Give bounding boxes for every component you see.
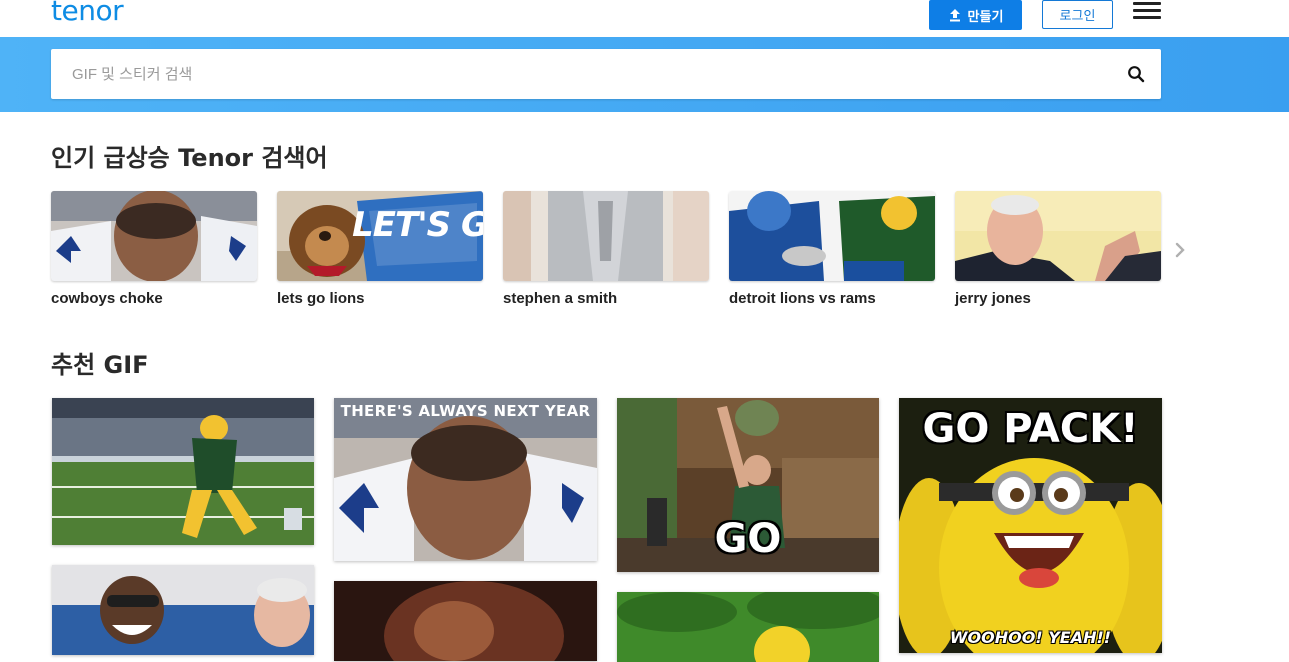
trending-thumbnail[interactable] <box>729 191 935 281</box>
trending-item-label: jerry jones <box>955 290 1031 307</box>
gif-caption: WOOHOO! YEAH!! <box>949 628 1112 647</box>
gif-image <box>52 565 314 655</box>
gif-card-go-pack-minion[interactable]: GO PACK! WOOHOO! YEAH!! <box>899 398 1162 653</box>
hamburger-menu-icon[interactable] <box>1133 2 1161 22</box>
gif-image <box>334 398 597 561</box>
gif-card-next-year[interactable]: THERE'S ALWAYS NEXT YEAR <box>334 398 597 561</box>
search-icon[interactable] <box>1127 65 1145 83</box>
gif-image <box>52 398 314 545</box>
lets-go-sign-text: LET'S G <box>352 205 483 245</box>
trending-item-label: lets go lions <box>277 290 365 307</box>
gif-image <box>617 592 879 662</box>
search-band <box>0 37 1289 112</box>
create-button[interactable]: 만들기 <box>929 0 1022 30</box>
recommended-section-title: 추천 GIF <box>51 351 149 379</box>
trending-thumbnail[interactable]: LET'S G <box>277 191 483 281</box>
trending-item-label: detroit lions vs rams <box>729 290 876 307</box>
trending-item-label: stephen a smith <box>503 290 618 307</box>
trending-item-detroit-lions-vs-rams[interactable]: detroit lions vs rams <box>729 191 935 307</box>
tenor-logo[interactable]: tenor <box>51 0 124 27</box>
gif-caption: GO <box>714 516 782 562</box>
login-button[interactable]: 로그인 <box>1042 0 1113 29</box>
trending-item-jerry-jones[interactable]: jerry jones <box>955 191 1161 307</box>
gif-caption: GO PACK! <box>922 406 1139 452</box>
trending-item-lets-go-lions[interactable]: LET'S G lets go lions <box>277 191 483 307</box>
gif-card-laughing-fans[interactable] <box>52 565 314 655</box>
gif-card-packers-runner[interactable] <box>52 398 314 545</box>
trending-item-stephen-a-smith[interactable]: stephen a smith <box>503 191 709 307</box>
top-bar: tenor 만들기 로그인 <box>0 0 1289 37</box>
gif-card-dark-face[interactable] <box>334 581 597 661</box>
gif-card-homer[interactable] <box>617 592 879 662</box>
search-input[interactable] <box>51 49 1111 99</box>
chevron-right-icon[interactable] <box>1172 240 1188 260</box>
create-button-label: 만들기 <box>967 8 1004 24</box>
trending-thumbnail[interactable] <box>503 191 709 281</box>
trending-section-title: 인기 급상승 Tenor 검색어 <box>51 144 328 172</box>
gif-card-go[interactable]: GO <box>617 398 879 572</box>
trending-item-cowboys-choke[interactable]: cowboys choke <box>51 191 257 307</box>
search-box <box>51 49 1161 99</box>
trending-item-label: cowboys choke <box>51 290 163 307</box>
gif-caption: THERE'S ALWAYS NEXT YEAR <box>340 402 591 420</box>
upload-icon <box>949 9 960 22</box>
gif-image <box>334 581 597 661</box>
trending-thumbnail[interactable] <box>955 191 1161 281</box>
trending-thumbnail[interactable] <box>51 191 257 281</box>
login-button-label: 로그인 <box>1059 8 1096 23</box>
